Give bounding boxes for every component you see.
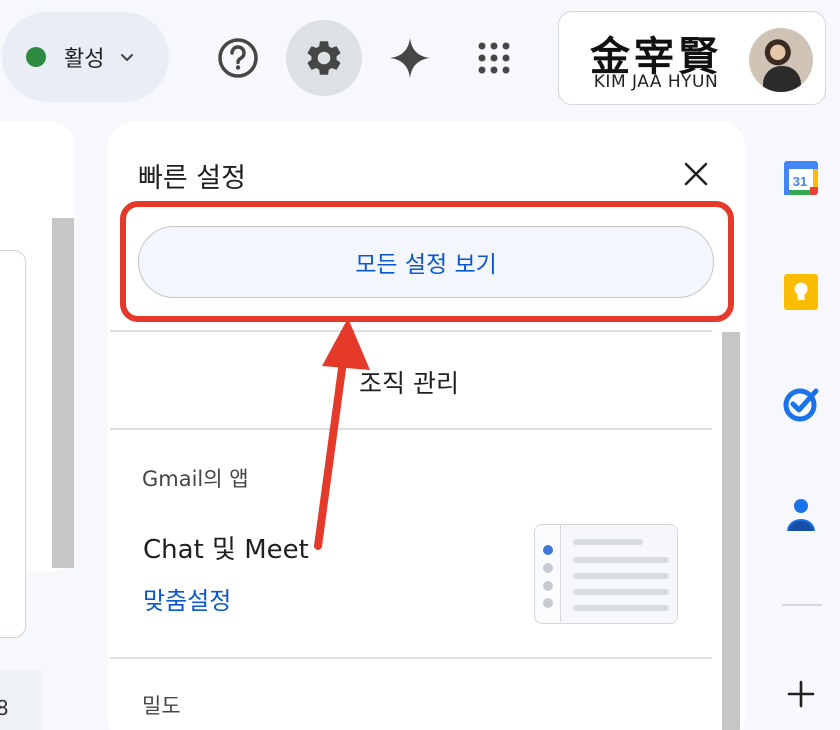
illustration-dot [543, 598, 553, 608]
chat-meet-illustration [534, 524, 678, 624]
calendar-app-button[interactable]: 31 [781, 158, 821, 198]
status-label: 활성 [64, 47, 105, 72]
keep-icon [784, 274, 818, 310]
close-button[interactable] [674, 152, 718, 196]
left-inner-card [0, 250, 26, 638]
calendar-icon: 31 [784, 161, 818, 195]
contacts-app-button[interactable] [781, 494, 821, 534]
avatar[interactable] [749, 28, 813, 92]
calendar-day: 31 [793, 174, 807, 189]
contacts-icon [787, 499, 815, 531]
annotation-highlight-box [120, 201, 734, 322]
status-dot [26, 47, 46, 67]
left-partial-number: 8 [0, 696, 9, 720]
keep-app-button[interactable] [781, 272, 821, 312]
add-icon [787, 680, 815, 708]
rail-divider [782, 604, 822, 606]
gear-icon [307, 41, 341, 75]
illustration-dot [543, 545, 553, 555]
illustration-line [573, 573, 669, 579]
illustration-dot [543, 581, 553, 591]
tasks-icon [783, 388, 819, 422]
illustration-line [573, 605, 669, 611]
illustration-sidebar [535, 525, 561, 622]
tasks-app-button[interactable] [781, 384, 821, 424]
gemini-sparkle-icon [390, 38, 430, 78]
add-app-button[interactable] [781, 674, 821, 714]
illustration-dot [543, 563, 553, 573]
quick-settings-scrollbar[interactable] [722, 332, 740, 730]
illustration-line [573, 539, 643, 545]
divider [110, 428, 712, 430]
apps-grid-icon [478, 42, 510, 74]
quick-settings-title: 빠른 설정 [138, 163, 246, 194]
close-icon [684, 162, 708, 186]
gemini-button[interactable] [372, 20, 448, 96]
annotation-arrow [314, 318, 370, 550]
status-chip[interactable]: 활성 [2, 12, 169, 102]
apps-button[interactable] [456, 20, 532, 96]
divider [110, 657, 712, 659]
account-card[interactable]: 金宰賢 KIM JAA HYUN [558, 11, 826, 105]
account-name-roman: KIM JAA HYUN [593, 72, 719, 92]
customize-link[interactable]: 맞춤설정 [143, 581, 231, 616]
divider [110, 330, 712, 332]
density-label: 밀도 [142, 694, 181, 718]
chat-meet-label: Chat 및 Meet [143, 535, 309, 565]
help-button[interactable] [200, 20, 276, 96]
left-scrollbar[interactable] [52, 218, 74, 568]
illustration-line [573, 557, 669, 563]
settings-button[interactable] [286, 20, 362, 96]
apps-section-label: Gmail의 앱 [142, 467, 249, 491]
illustration-line [573, 589, 669, 595]
chevron-down-icon [121, 54, 134, 61]
help-icon [218, 38, 258, 78]
